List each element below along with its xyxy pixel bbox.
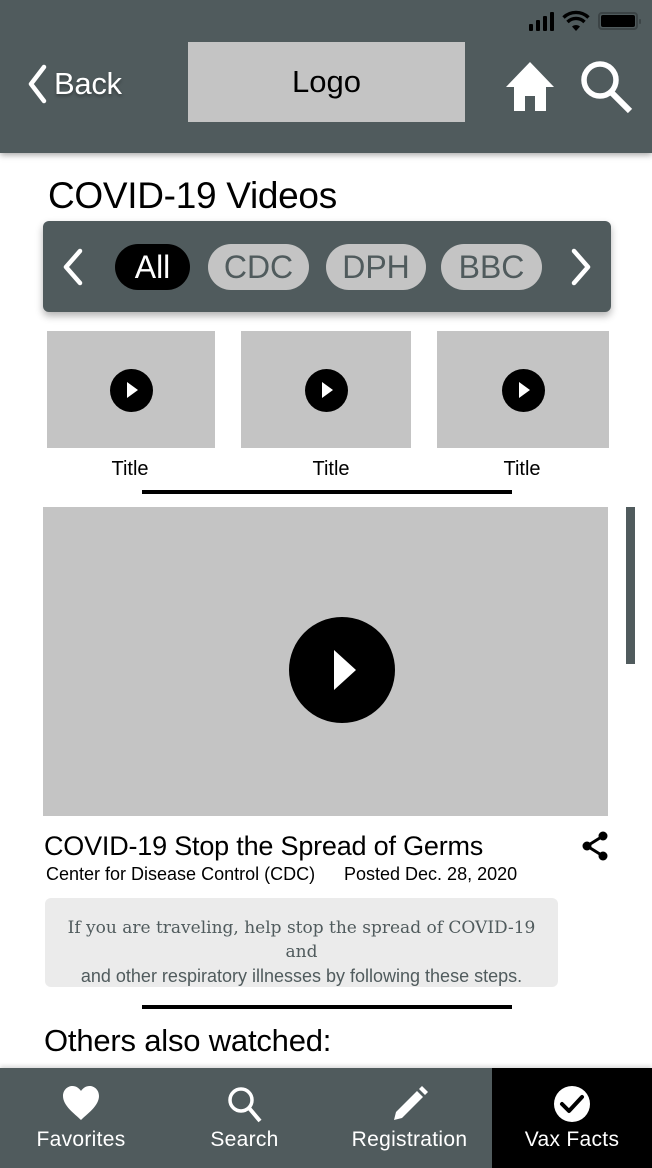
play-icon <box>305 368 348 412</box>
back-label: Back <box>54 66 122 101</box>
chevron-left-icon <box>28 64 47 104</box>
play-icon <box>110 368 153 412</box>
back-button[interactable]: Back <box>26 62 122 106</box>
others-also-watched-heading: Others also watched: <box>44 1023 332 1058</box>
play-icon <box>502 368 545 412</box>
page-title: COVID-19 Videos <box>48 175 337 216</box>
status-bar <box>529 10 641 32</box>
video-source: Center for Disease Control (CDC) <box>46 864 316 884</box>
filter-chip-all[interactable]: All <box>115 244 190 290</box>
video-thumbnail[interactable] <box>47 331 215 448</box>
filter-chip-cdc[interactable]: CDC <box>208 244 309 290</box>
video-description: If you are traveling, help stop the spre… <box>45 898 558 987</box>
filter-chip-label: DPH <box>342 248 410 285</box>
nav-item-registration[interactable]: Registration <box>327 1068 492 1168</box>
filter-chip-label: CDC <box>223 248 294 285</box>
search-icon[interactable] <box>578 58 634 114</box>
nav-item-search[interactable]: Search <box>162 1068 327 1168</box>
nav-label: Favorites <box>36 1128 126 1151</box>
nav-label: Registration <box>351 1128 468 1151</box>
section-divider <box>142 1005 512 1009</box>
video-posted-date: Posted Dec. 28, 2020 <box>344 864 518 884</box>
nav-label: Search <box>210 1128 279 1151</box>
filter-chip-bbc[interactable]: BBC <box>441 244 542 290</box>
thumbnail-title[interactable]: Title <box>70 458 190 481</box>
check-circle-icon <box>554 1086 590 1122</box>
thumbnail-title[interactable]: Title <box>271 458 391 481</box>
pencil-icon <box>393 1086 428 1120</box>
wifi-icon <box>562 10 590 31</box>
battery-icon <box>598 12 641 30</box>
chevron-left-icon[interactable] <box>53 245 93 289</box>
thumbnail-title[interactable]: Title <box>462 458 582 481</box>
logo-text: Logo <box>292 64 361 99</box>
nav-label: Vax Facts <box>524 1128 620 1151</box>
share-icon[interactable] <box>581 831 609 861</box>
scrollbar[interactable] <box>626 507 635 664</box>
main-video-player[interactable] <box>43 507 608 816</box>
nav-item-vax-facts[interactable]: Vax Facts <box>492 1068 652 1168</box>
bottom-nav: Favorites Search Registration Vax Facts <box>0 1068 652 1168</box>
filter-chip-dph[interactable]: DPH <box>326 244 426 290</box>
description-line: If you are traveling, help stop the spre… <box>67 918 536 962</box>
description-line: and other respiratory illnesses by follo… <box>80 966 523 986</box>
cellular-signal-icon <box>529 11 554 31</box>
video-title: COVID-19 Stop the Spread of Germs <box>44 831 484 861</box>
home-icon[interactable] <box>504 60 556 112</box>
video-thumbnail[interactable] <box>241 331 411 448</box>
heart-icon <box>63 1086 99 1120</box>
app-header: Back Logo <box>0 0 652 153</box>
search-icon <box>227 1087 262 1123</box>
video-thumbnail[interactable] <box>437 331 609 448</box>
source-filter-bar: All CDC DPH BBC <box>43 221 611 312</box>
filter-chip-label: BBC <box>458 248 525 285</box>
filter-chip-label: All <box>134 248 171 285</box>
play-icon[interactable] <box>289 617 395 723</box>
logo: Logo <box>188 42 465 122</box>
section-divider <box>142 490 512 494</box>
nav-item-favorites[interactable]: Favorites <box>0 1068 162 1168</box>
chevron-right-icon[interactable] <box>561 245 601 289</box>
